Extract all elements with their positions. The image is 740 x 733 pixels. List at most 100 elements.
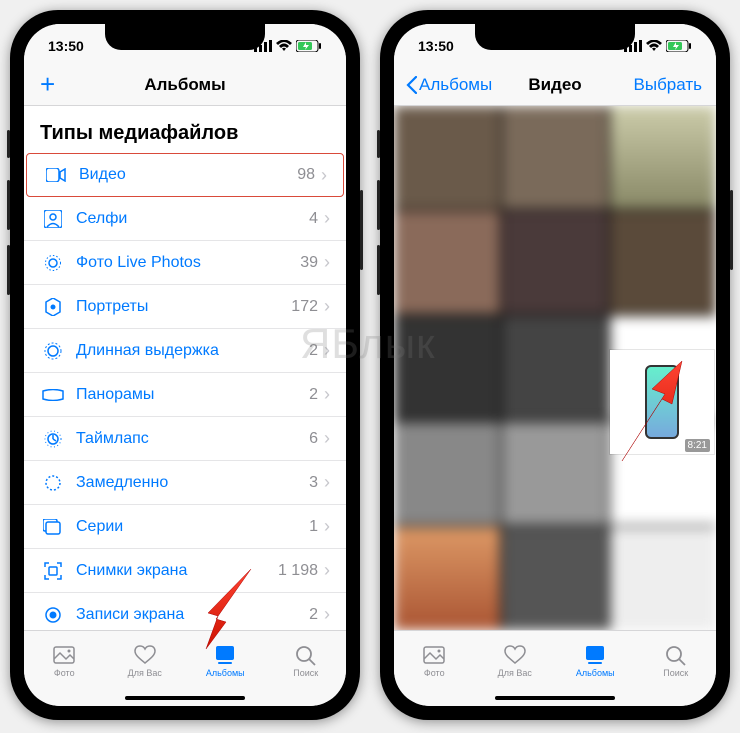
long-exposure-icon: [40, 342, 66, 360]
tab-albums[interactable]: Альбомы: [555, 631, 636, 690]
screenshot-icon: [40, 562, 66, 580]
photos-icon: [422, 644, 446, 666]
row-label: Записи экрана: [66, 606, 309, 624]
row-count: 2: [309, 342, 318, 360]
tab-label: Поиск: [663, 668, 688, 678]
battery-icon: [296, 40, 322, 52]
row-count: 98: [297, 166, 315, 184]
tab-bar: Фото Для Вас Альбомы Поиск: [394, 630, 716, 706]
row-label: Портреты: [66, 298, 291, 316]
row-label: Видео: [69, 166, 297, 184]
row-label: Панорамы: [66, 386, 309, 404]
row-count: 172: [291, 298, 318, 316]
notch: [475, 24, 635, 50]
video-icon: [43, 168, 69, 182]
battery-icon: [666, 40, 692, 52]
home-indicator[interactable]: [495, 696, 615, 700]
chevron-right-icon: ›: [321, 165, 327, 186]
row-label: Длинная выдержка: [66, 342, 309, 360]
wifi-icon: [276, 40, 292, 52]
status-time: 13:50: [48, 38, 84, 54]
home-indicator[interactable]: [125, 696, 245, 700]
burst-icon: [40, 519, 66, 535]
notch: [105, 24, 265, 50]
screen-recording-icon: [40, 606, 66, 624]
navigation-bar: Альбомы Видео Выбрать: [394, 64, 716, 106]
portrait-icon: [40, 298, 66, 316]
search-icon: [664, 644, 688, 666]
chevron-right-icon: ›: [324, 384, 330, 405]
row-selfies[interactable]: Селфи 4 ›: [24, 197, 346, 241]
row-timelapse[interactable]: Таймлапс 6 ›: [24, 417, 346, 461]
row-count: 2: [309, 606, 318, 624]
tab-label: Альбомы: [576, 668, 615, 678]
tab-label: Фото: [424, 668, 445, 678]
tab-search[interactable]: Поиск: [636, 631, 717, 690]
row-label: Селфи: [66, 210, 309, 228]
row-label: Таймлапс: [66, 430, 309, 448]
tab-search[interactable]: Поиск: [266, 631, 347, 690]
tab-for-you[interactable]: Для Вас: [105, 631, 186, 690]
tab-for-you[interactable]: Для Вас: [475, 631, 556, 690]
chevron-right-icon: ›: [324, 472, 330, 493]
back-button[interactable]: Альбомы: [406, 75, 492, 95]
add-button[interactable]: +: [40, 69, 55, 100]
row-label: Серии: [66, 518, 309, 536]
row-count: 1 198: [278, 562, 318, 580]
row-count: 4: [309, 210, 318, 228]
select-button[interactable]: Выбрать: [634, 75, 702, 95]
tab-label: Фото: [54, 668, 75, 678]
tab-bar: Фото Для Вас Альбомы Поиск: [24, 630, 346, 706]
status-time: 13:50: [418, 38, 454, 54]
row-count: 6: [309, 430, 318, 448]
timelapse-icon: [40, 430, 66, 448]
for-you-icon: [133, 644, 157, 666]
chevron-right-icon: ›: [324, 340, 330, 361]
tab-label: Поиск: [293, 668, 318, 678]
phone-frame-right: 13:50 Альбомы Видео Выбрать: [380, 10, 730, 720]
row-panoramas[interactable]: Панорамы 2 ›: [24, 373, 346, 417]
for-you-icon: [503, 644, 527, 666]
row-screen-recordings[interactable]: Записи экрана 2 ›: [24, 593, 346, 630]
tab-label: Для Вас: [498, 668, 532, 678]
wifi-icon: [646, 40, 662, 52]
row-videos[interactable]: Видео 98 ›: [26, 153, 344, 197]
row-count: 2: [309, 386, 318, 404]
chevron-right-icon: ›: [324, 604, 330, 625]
selfie-icon: [40, 210, 66, 228]
chevron-right-icon: ›: [324, 208, 330, 229]
chevron-right-icon: ›: [324, 560, 330, 581]
row-live-photos[interactable]: Фото Live Photos 39 ›: [24, 241, 346, 285]
tab-photos[interactable]: Фото: [394, 631, 475, 690]
row-long-exposure[interactable]: Длинная выдержка 2 ›: [24, 329, 346, 373]
live-photos-icon: [40, 254, 66, 272]
search-icon: [294, 644, 318, 666]
tab-label: Альбомы: [206, 668, 245, 678]
content-area[interactable]: Типы медиафайлов Видео 98 › Селфи 4 › Фо…: [24, 106, 346, 630]
row-portraits[interactable]: Портреты 172 ›: [24, 285, 346, 329]
chevron-right-icon: ›: [324, 252, 330, 273]
row-count: 1: [309, 518, 318, 536]
tab-photos[interactable]: Фото: [24, 631, 105, 690]
row-slomo[interactable]: Замедленно 3 ›: [24, 461, 346, 505]
row-label: Замедленно: [66, 474, 309, 492]
back-label: Альбомы: [419, 75, 492, 95]
row-screenshots[interactable]: Снимки экрана 1 198 ›: [24, 549, 346, 593]
albums-icon: [583, 644, 607, 666]
red-arrow-annotation: [602, 356, 692, 466]
chevron-right-icon: ›: [324, 428, 330, 449]
chevron-right-icon: ›: [324, 296, 330, 317]
section-header-media-types: Типы медиафайлов: [24, 106, 346, 153]
row-count: 39: [300, 254, 318, 272]
phone-frame-left: 13:50 + Альбомы Типы медиафайлов Видео 9…: [10, 10, 360, 720]
navigation-bar: + Альбомы: [24, 64, 346, 106]
row-bursts[interactable]: Серии 1 ›: [24, 505, 346, 549]
row-label: Фото Live Photos: [66, 254, 300, 272]
chevron-left-icon: [406, 76, 417, 94]
chevron-right-icon: ›: [324, 516, 330, 537]
nav-title: Видео: [528, 75, 581, 95]
red-arrow-annotation: [196, 564, 266, 654]
photos-icon: [52, 644, 76, 666]
row-count: 3: [309, 474, 318, 492]
nav-title: Альбомы: [144, 75, 225, 95]
